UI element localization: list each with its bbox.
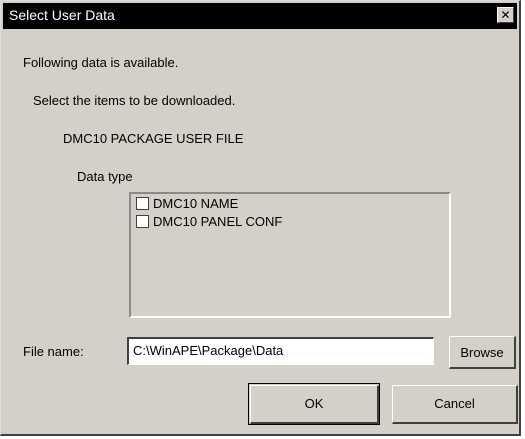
package-name: DMC10 PACKAGE USER FILE	[63, 131, 244, 146]
browse-button[interactable]: Browse	[449, 336, 516, 369]
cancel-button[interactable]: Cancel	[392, 385, 518, 424]
close-icon: ✕	[500, 8, 511, 22]
checkbox[interactable]	[136, 215, 149, 228]
data-type-label: Data type	[77, 169, 133, 184]
data-type-list: DMC10 NAME DMC10 PANEL CONF	[129, 192, 451, 318]
close-button[interactable]: ✕	[497, 7, 514, 23]
file-name-label: File name:	[23, 344, 84, 359]
file-name-field[interactable]: C:\WinAPE\Package\Data	[127, 337, 434, 365]
list-item-label: DMC10 PANEL CONF	[153, 214, 283, 229]
select-user-data-dialog: Select User Data ✕ Following data is ava…	[0, 0, 521, 436]
checkbox[interactable]	[136, 197, 149, 210]
title-bar: Select User Data ✕	[3, 3, 517, 29]
list-item[interactable]: DMC10 PANEL CONF	[136, 214, 282, 230]
dialog-title: Select User Data	[9, 7, 115, 23]
ok-button[interactable]: OK	[248, 383, 380, 425]
list-item-label: DMC10 NAME	[153, 196, 239, 211]
available-message: Following data is available.	[23, 55, 179, 70]
select-message: Select the items to be downloaded.	[33, 93, 236, 108]
list-item[interactable]: DMC10 NAME	[136, 196, 238, 212]
